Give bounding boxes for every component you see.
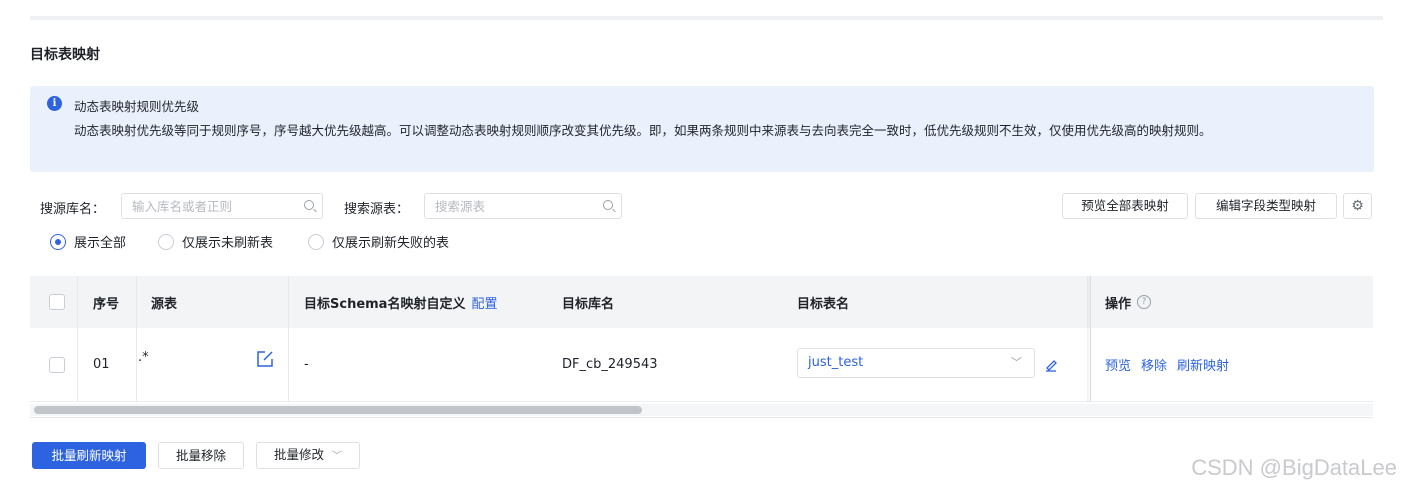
top-divider: [30, 16, 1383, 20]
cell-source: .*: [138, 350, 149, 365]
info-alert: i 动态表映射规则优先级 动态表映射优先级等同于规则序号，序号越大优先级越高。可…: [30, 86, 1374, 172]
settings-button[interactable]: ⚙: [1343, 193, 1372, 219]
preview-all-button[interactable]: 预览全部表映射: [1062, 193, 1188, 219]
cell-schema: -: [304, 357, 309, 372]
cell-seq: 01: [93, 357, 110, 372]
watermark: CSDN @BigDataLee: [1191, 455, 1397, 480]
radio-label: 展示全部: [74, 236, 127, 251]
pen-icon[interactable]: [1044, 328, 1058, 401]
cell-target-db: DF_cb_249543: [562, 357, 658, 372]
edit-field-type-button[interactable]: 编辑字段类型映射: [1195, 193, 1337, 219]
row-checkbox[interactable]: [49, 356, 65, 373]
search-icon[interactable]: [603, 200, 613, 210]
row-actions: 预览 移除 刷新映射: [1105, 328, 1229, 401]
radio-unrefreshed[interactable]: 仅展示未刷新表: [158, 232, 273, 251]
section-title: 目标表映射: [30, 47, 100, 63]
schema-config-link[interactable]: 配置: [471, 293, 497, 312]
header-schema: 目标Schema名映射自定义 配置: [304, 276, 497, 328]
search-icon[interactable]: [304, 200, 314, 210]
alert-title: 动态表映射规则优先级: [74, 99, 200, 114]
mapping-table: 序号 源表 目标Schema名映射自定义 配置 目标库名 目标表名 操作 ? 0…: [30, 276, 1373, 418]
select-all-checkbox[interactable]: [49, 294, 65, 310]
target-table-select[interactable]: just_test ﹀: [797, 348, 1035, 378]
remove-link[interactable]: 移除: [1141, 355, 1167, 374]
help-icon[interactable]: ?: [1137, 295, 1152, 309]
source-table-input[interactable]: [425, 194, 595, 218]
radio-circle[interactable]: [158, 233, 174, 250]
bulk-refresh-button[interactable]: 批量刷新映射: [32, 442, 146, 469]
table-row: 01 .* - DF_cb_249543 just_test ﹀ 预览 移除 刷…: [30, 328, 1373, 402]
source-db-search[interactable]: [121, 193, 323, 219]
header-source: 源表: [151, 296, 178, 312]
edit-icon[interactable]: [256, 328, 274, 401]
refresh-mapping-link[interactable]: 刷新映射: [1177, 355, 1229, 374]
source-db-label: 搜源库名：: [40, 202, 106, 217]
radio-circle[interactable]: [50, 233, 66, 250]
scrollbar-thumb[interactable]: [34, 406, 642, 414]
header-target-table: 目标表名: [797, 296, 850, 312]
preview-link[interactable]: 预览: [1105, 355, 1131, 374]
radio-label: 仅展示刷新失败的表: [332, 236, 450, 251]
bulk-remove-button[interactable]: 批量移除: [158, 442, 244, 469]
source-table-search[interactable]: [424, 193, 622, 219]
horizontal-scrollbar[interactable]: [30, 404, 1373, 416]
chevron-down-icon: ﹀: [332, 451, 342, 462]
radio-label: 仅展示未刷新表: [182, 236, 274, 251]
alert-description: 动态表映射优先级等同于规则序号，序号越大优先级越高。可以调整动态表映射规则顺序改…: [74, 123, 1212, 138]
bulk-modify-dropdown[interactable]: 批量修改 ﹀: [256, 442, 360, 469]
header-actions: 操作 ?: [1105, 276, 1152, 328]
header-target-db: 目标库名: [562, 296, 615, 312]
source-table-label: 搜索源表：: [344, 202, 410, 217]
radio-refresh-failed[interactable]: 仅展示刷新失败的表: [308, 232, 449, 251]
radio-show-all[interactable]: 展示全部: [50, 232, 126, 251]
table-header: 序号 源表 目标Schema名映射自定义 配置 目标库名 目标表名 操作 ?: [30, 276, 1373, 328]
radio-circle[interactable]: [308, 233, 324, 250]
source-db-input[interactable]: [122, 194, 292, 218]
info-icon: i: [47, 96, 62, 111]
header-seq: 序号: [93, 296, 120, 312]
gear-icon: ⚙: [1351, 198, 1364, 214]
chevron-down-icon: ﹀: [1011, 356, 1022, 369]
